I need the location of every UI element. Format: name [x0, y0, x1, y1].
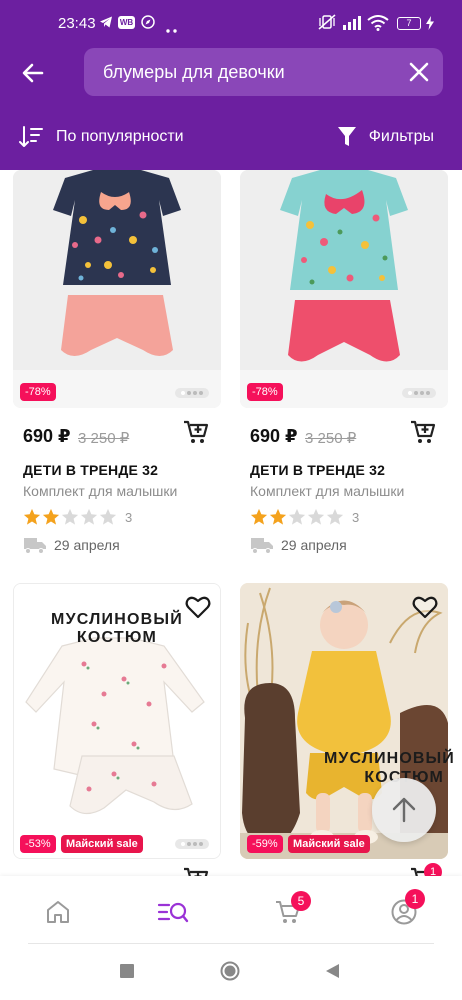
product-rating: 3	[23, 508, 132, 526]
delivery-info: 29 апреля	[250, 535, 347, 555]
search-input[interactable]: блумеры для девочки	[84, 48, 443, 96]
sort-icon	[19, 126, 43, 147]
filter-icon	[337, 127, 356, 146]
status-time: 23:43	[58, 15, 96, 32]
product-old-price: 3 250 ₽	[305, 430, 357, 447]
triangle-back-icon	[326, 964, 339, 978]
clear-search-button[interactable]	[407, 60, 431, 84]
circle-icon	[220, 961, 240, 981]
cart-plus-icon	[184, 867, 209, 876]
filter-label: Фильтры	[368, 128, 434, 145]
telegram-icon	[99, 15, 113, 34]
search-query: блумеры для девочки	[103, 62, 285, 82]
product-image[interactable]	[13, 170, 221, 408]
star-filled-icon	[23, 508, 41, 525]
rating-count: 3	[352, 509, 360, 525]
discount-badge: -59%	[247, 835, 283, 853]
discount-badge: -78%	[20, 383, 56, 401]
arrow-up-icon	[392, 797, 416, 823]
delivery-info: 29 апреля	[23, 535, 120, 555]
star-filled-icon	[42, 508, 60, 525]
nav-catalog-search[interactable]	[157, 898, 189, 928]
catalog-search-icon	[157, 902, 189, 923]
system-navigation-bar	[0, 944, 462, 1000]
profile-notification-badge: 1	[405, 889, 425, 909]
cart-count-badge: 5	[291, 891, 311, 911]
star-empty-icon	[99, 508, 117, 525]
star-empty-icon	[288, 508, 306, 525]
image-caption: МУСЛИНОВЫЙ	[324, 750, 455, 767]
star-empty-icon	[307, 508, 325, 525]
sort-button[interactable]: По популярности	[18, 122, 184, 152]
product-price: 690 ₽	[23, 426, 71, 446]
product-name: Комплект для малышки	[23, 483, 178, 499]
star-empty-icon	[61, 508, 79, 525]
image-carousel-dots	[175, 388, 209, 398]
star-filled-icon	[269, 508, 287, 525]
product-card[interactable]: -78% 690 ₽ 3 250 ₽ ДЕТИ В ТРЕНДЕ 32 Комп…	[13, 170, 221, 570]
product-brand: ДЕТИ В ТРЕНДЕ 32	[250, 462, 386, 478]
compass-icon	[141, 15, 155, 34]
delivery-date: 29 апреля	[281, 537, 347, 553]
app-header: блумеры для девочки По популярности Филь…	[0, 44, 462, 170]
more-notifications-icon	[166, 20, 178, 38]
arrow-left-icon	[22, 63, 44, 83]
add-to-cart-button[interactable]	[183, 419, 209, 445]
product-card[interactable]: -78% 690 ₽ 3 250 ₽ ДЕТИ В ТРЕНДЕ 32 Комп…	[240, 170, 448, 570]
charging-icon	[426, 16, 434, 35]
product-old-price: 3 250 ₽	[78, 430, 130, 447]
battery-icon: 7	[397, 17, 421, 30]
sale-badge: Майский sale	[288, 835, 370, 853]
star-empty-icon	[326, 508, 344, 525]
scroll-to-top-button[interactable]	[372, 778, 436, 842]
delivery-date: 29 апреля	[54, 537, 120, 553]
heart-icon	[412, 596, 438, 619]
nav-home[interactable]	[44, 898, 74, 928]
status-bar: 23:43 WB 7	[0, 0, 462, 44]
discount-badge: -78%	[247, 383, 283, 401]
wifi-icon	[367, 15, 389, 36]
home-icon	[47, 901, 69, 923]
add-to-cart-button-partial[interactable]	[183, 866, 209, 876]
sale-badge: Майский sale	[61, 835, 143, 853]
bottom-navigation: 5 1	[0, 876, 462, 946]
image-carousel-dots	[402, 388, 436, 398]
image-carousel-dots	[175, 839, 209, 849]
product-name: Комплект для малышки	[250, 483, 405, 499]
product-card[interactable]: МУСЛИНОВЫЙ КОСТЮМ -53% Майский sale	[13, 583, 221, 859]
product-image[interactable]	[240, 170, 448, 408]
heart-icon	[185, 596, 211, 619]
product-price: 690 ₽	[250, 426, 298, 446]
filter-button[interactable]: Фильтры	[337, 122, 434, 152]
favorite-button[interactable]	[412, 594, 438, 620]
recent-apps-button[interactable]	[120, 964, 134, 978]
product-rating: 3	[250, 508, 359, 526]
vibrate-mute-icon	[318, 14, 336, 35]
home-system-button[interactable]	[220, 961, 240, 981]
product-brand: ДЕТИ В ТРЕНДЕ 32	[23, 462, 159, 478]
rating-count: 3	[125, 509, 133, 525]
discount-badge: -53%	[20, 835, 56, 853]
square-icon	[120, 964, 134, 978]
star-empty-icon	[80, 508, 98, 525]
favorite-button[interactable]	[185, 594, 211, 620]
sort-label: По популярности	[56, 128, 184, 145]
back-button[interactable]	[18, 58, 48, 88]
add-to-cart-button[interactable]	[410, 419, 436, 445]
wb-notification-icon: WB	[118, 16, 135, 29]
delivery-truck-icon	[251, 538, 273, 554]
cart-plus-icon	[411, 420, 436, 443]
signal-icon	[342, 15, 362, 35]
delivery-truck-icon	[24, 538, 46, 554]
cart-plus-icon	[184, 420, 209, 443]
back-system-button[interactable]	[324, 963, 340, 979]
star-filled-icon	[250, 508, 268, 525]
close-icon	[409, 62, 429, 82]
